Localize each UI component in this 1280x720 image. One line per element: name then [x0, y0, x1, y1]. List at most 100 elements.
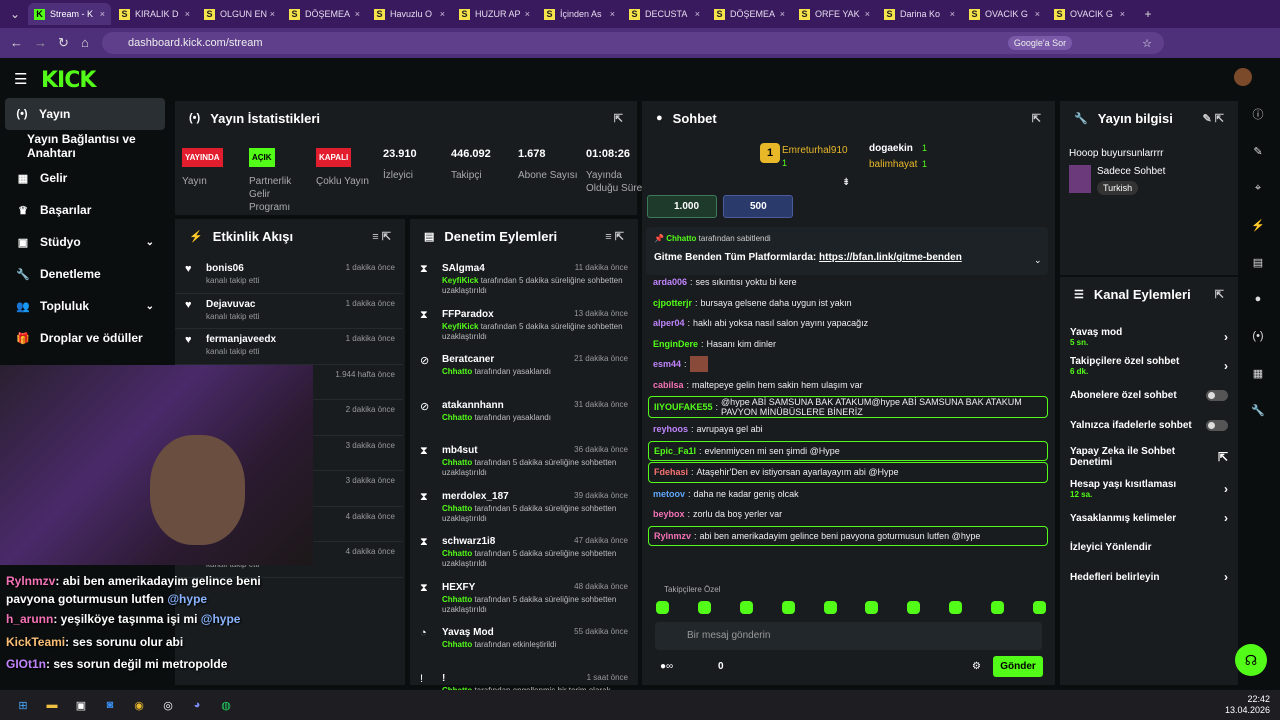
- tab-menu-icon[interactable]: ⌄: [4, 7, 26, 21]
- emote-icon[interactable]: [907, 601, 921, 614]
- forward-icon[interactable]: →: [34, 35, 47, 50]
- sidebar-item[interactable]: ▦ Gelir: [0, 162, 170, 194]
- chat-message[interactable]: Rylnmzv: abi ben amerikadayim gelince ben…: [648, 525, 1048, 546]
- home-icon[interactable]: ⌂: [81, 35, 89, 50]
- store-icon[interactable]: ▣: [70, 694, 92, 716]
- users-icon[interactable]: ●∞: [660, 661, 673, 672]
- support-chat-icon[interactable]: ☊: [1235, 644, 1267, 676]
- chat-message[interactable]: cjpotterjr: bursaya gelsene daha uygun is…: [648, 293, 1048, 314]
- tab-close-icon[interactable]: ×: [695, 9, 700, 19]
- url-field[interactable]: dashboard.kick.com/stream Google'a Sor ☆: [102, 32, 1164, 54]
- chat-message[interactable]: metoov: daha ne kadar geniş olcak: [648, 484, 1048, 505]
- settings-icon[interactable]: ⚙: [972, 661, 981, 672]
- file-explorer-icon[interactable]: ▬: [41, 694, 63, 716]
- browser-tab[interactable]: S OVACIK G ×: [963, 3, 1046, 25]
- browser-tab[interactable]: S OVACIK G ×: [1048, 3, 1131, 25]
- steam-icon[interactable]: ◎: [157, 694, 179, 716]
- chat-message[interactable]: beybox: zorlu da boş yerler var: [648, 504, 1048, 525]
- chat-username[interactable]: Rylnmzv: [654, 531, 691, 541]
- moderation-item[interactable]: ⊘ Beratcaner Chhatto tarafından yasaklandı…: [410, 349, 638, 395]
- chat-username[interactable]: alper04: [653, 318, 685, 328]
- emote-icon[interactable]: [656, 601, 669, 614]
- moderation-item[interactable]: ⧗ schwarz1i8 Chhatto tarafından 5 dakika s…: [410, 531, 638, 577]
- emote-icon[interactable]: [1032, 601, 1046, 614]
- channel-action[interactable]: Yasaklanmış kelimeler ›: [1060, 504, 1238, 534]
- chat-username[interactable]: cjpotterjr: [653, 298, 692, 308]
- gift-goal-1[interactable]: 1.000: [647, 195, 717, 218]
- browser-tab[interactable]: S İçinden As ×: [538, 3, 621, 25]
- chat-message[interactable]: Epic_Fa1l: evlenmiycen mi sen şimdi @Hype: [648, 440, 1048, 461]
- chat-username[interactable]: Fdehasi: [654, 467, 688, 477]
- tab-close-icon[interactable]: ×: [440, 9, 445, 19]
- discord-icon[interactable]: ◕: [186, 694, 208, 716]
- browser-tab[interactable]: S Darina Ko ×: [878, 3, 961, 25]
- chat-username[interactable]: esm44: [653, 359, 681, 369]
- tab-close-icon[interactable]: ×: [1035, 9, 1040, 19]
- channel-action[interactable]: İzleyici Yönlendir: [1060, 533, 1238, 563]
- bolt-rail-icon[interactable]: ⚡: [1244, 211, 1272, 239]
- tab-close-icon[interactable]: ×: [1120, 9, 1125, 19]
- tab-close-icon[interactable]: ×: [950, 9, 955, 19]
- pencil-icon[interactable]: ✎: [1244, 137, 1272, 165]
- pin-expand-icon[interactable]: ⌄: [1034, 255, 1042, 266]
- chat-username[interactable]: EnginDere: [653, 339, 698, 349]
- tab-close-icon[interactable]: ×: [100, 9, 105, 19]
- top-gifter-1[interactable]: Emreturhal910: [782, 145, 848, 156]
- pin-link[interactable]: https://bfan.link/gitme-benden: [819, 252, 962, 263]
- reload-icon[interactable]: ↻: [58, 35, 69, 51]
- toggle-switch[interactable]: [1206, 390, 1228, 402]
- chat-message[interactable]: arda006: ses sıkıntısı yoktu bi kere: [648, 272, 1048, 293]
- chat-username[interactable]: Epic_Fa1l: [654, 446, 696, 456]
- emote-icon[interactable]: [949, 601, 963, 614]
- menu-icon[interactable]: ☰: [14, 70, 27, 88]
- browser-tab[interactable]: S HUZUR AP ×: [453, 3, 536, 25]
- sidebar-item[interactable]: (•) Yayın: [5, 98, 165, 130]
- sidebar-item[interactable]: 🔧 Denetleme: [0, 258, 170, 290]
- google-ask-button[interactable]: Google'a Sor: [1007, 36, 1073, 50]
- tab-close-icon[interactable]: ×: [355, 9, 360, 19]
- target-icon[interactable]: ⌖: [1244, 174, 1272, 202]
- actions-popout-icon[interactable]: ⇱: [1215, 288, 1224, 301]
- activity-item[interactable]: ♥ bonis06 kanalı takip etti 1 dakika önce: [175, 258, 403, 294]
- tab-close-icon[interactable]: ×: [610, 9, 615, 19]
- wrench-rail-icon[interactable]: 🔧: [1244, 396, 1272, 424]
- layout-rail-icon[interactable]: ▦: [1244, 359, 1272, 387]
- sidebar-item[interactable]: Yayın Bağlantısı ve Anahtarı: [0, 130, 170, 162]
- moderation-item[interactable]: ⊘ atakannhann Chhatto tarafından yasakland…: [410, 395, 638, 441]
- chat-username[interactable]: reyhoos: [653, 424, 688, 434]
- send-button[interactable]: Gönder: [993, 656, 1043, 677]
- channel-action[interactable]: Yavaş mod 5 sn. ›: [1060, 322, 1238, 352]
- gift-goal-2[interactable]: 500: [723, 195, 793, 218]
- chat-rail-icon[interactable]: ●: [1244, 285, 1272, 313]
- chat-username[interactable]: IIYOUFAKE55: [654, 402, 713, 412]
- sidebar-item[interactable]: ♛ Başarılar: [0, 194, 170, 226]
- emote-icon[interactable]: [823, 601, 837, 614]
- tab-close-icon[interactable]: ×: [270, 9, 275, 19]
- chat-message[interactable]: alper04: haklı abi yoksa nasıl salon yayı…: [648, 313, 1048, 334]
- browser-tab[interactable]: S DÖŞEMEA ×: [283, 3, 366, 25]
- system-clock[interactable]: 22:42 13.04.2026: [1225, 694, 1270, 716]
- collapse-icon[interactable]: ⇟: [842, 177, 850, 188]
- channel-action[interactable]: Yapay Zeka ile Sohbet Denetimi ⇱: [1060, 440, 1238, 474]
- chat-message[interactable]: cabilsa: maltepeye gelin hem sakin hem ul…: [648, 375, 1048, 396]
- new-tab-icon[interactable]: +: [1137, 7, 1159, 21]
- emote-icon[interactable]: [991, 601, 1004, 614]
- browser-tab[interactable]: S ORFE YAK ×: [793, 3, 876, 25]
- doc-rail-icon[interactable]: ▤: [1244, 248, 1272, 276]
- browser-tab[interactable]: S DECUSTA ×: [623, 3, 706, 25]
- moderation-item[interactable]: ⧗ FFParadox KeyfiKick tarafından 5 dakika …: [410, 304, 638, 350]
- sidebar-item[interactable]: 🎁 Droplar ve ödüller: [0, 322, 170, 354]
- chat-username[interactable]: cabilsa: [653, 380, 684, 390]
- emote-icon[interactable]: [781, 601, 795, 614]
- chat-message[interactable]: IIYOUFAKE55: @hype ABİ SAMSUNA BAK ATAKUM…: [648, 396, 1048, 418]
- star-icon[interactable]: ☆: [1142, 37, 1152, 50]
- info-icon[interactable]: ⓘ: [1244, 100, 1272, 128]
- chat-popout-icon[interactable]: ⇱: [1032, 112, 1041, 125]
- chat-input[interactable]: Bir mesaj gönderin: [655, 622, 1042, 650]
- tab-close-icon[interactable]: ×: [185, 9, 190, 19]
- popout-icon[interactable]: ⇱: [614, 112, 623, 125]
- language-tag[interactable]: Turkish: [1097, 181, 1139, 195]
- chat-message[interactable]: Fdehasi: Ataşehir'Den ev istiyorsan ayarl…: [648, 462, 1048, 483]
- outlook-icon[interactable]: ◙: [99, 694, 121, 716]
- chat-username[interactable]: arda006: [653, 277, 687, 287]
